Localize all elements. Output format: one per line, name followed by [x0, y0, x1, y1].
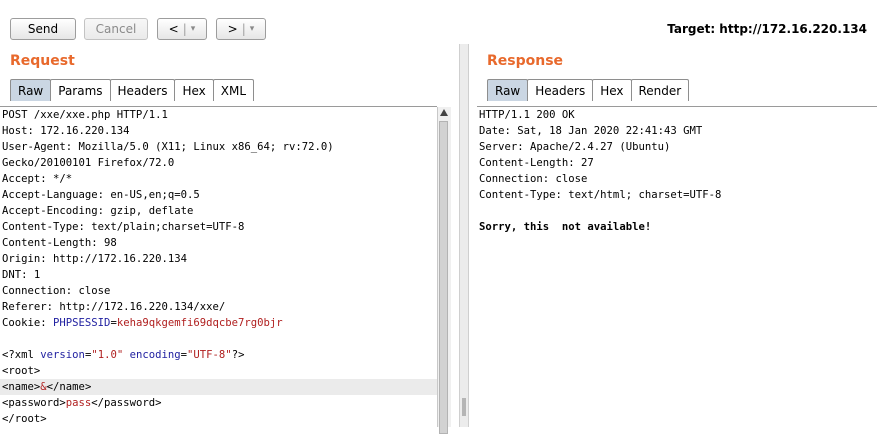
request-line: Content-Type: text/plain;charset=UTF-8 [2, 221, 245, 233]
request-line: DNT: 1 [2, 269, 41, 281]
xml-password-line: <password>pass</password> [0, 395, 437, 411]
response-line: Content-Type: text/html; charset=UTF-8 [479, 189, 722, 201]
request-line: Accept-Encoding: gzip, deflate [2, 205, 194, 217]
xml-root-open-line: <root> [2, 365, 41, 377]
response-line: HTTP/1.1 200 OK [479, 109, 575, 121]
split-divider[interactable] [459, 44, 469, 427]
xml-decl-version-attr: version [40, 349, 85, 361]
response-tabs: Raw Headers Hex Render [487, 79, 690, 101]
back-dropdown-icon: ▾ [190, 24, 196, 34]
scroll-up-arrow-icon[interactable] [440, 109, 448, 116]
request-scrollbar[interactable] [437, 107, 451, 434]
forward-separator: | [241, 22, 246, 36]
target-label: Target: http://172.16.220.134 [667, 22, 867, 36]
request-line: Accept-Language: en-US,en;q=0.5 [2, 189, 200, 201]
send-button[interactable]: Send [10, 18, 76, 40]
request-line: User-Agent: Mozilla/5.0 (X11; Linux x86_… [2, 141, 334, 153]
request-line: Referer: http://172.16.220.134/xxe/ [2, 301, 226, 313]
request-line: Content-Length: 98 [2, 237, 117, 249]
request-title: Request [10, 53, 75, 69]
cookie-name: PHPSESSID [53, 317, 111, 329]
xml-decl-encoding-value: "UTF-8" [187, 349, 232, 361]
xml-decl-open: <?xml [2, 349, 41, 361]
cookie-value: keha9qkgemfi69dqcbe7rg0bjr [116, 317, 283, 329]
request-line: Connection: close [2, 285, 111, 297]
request-cookie-line: Cookie: PHPSESSID=keha9qkgemfi69dqcbe7rg… [0, 315, 437, 331]
response-line: Connection: close [479, 173, 588, 185]
xml-password-value: pass [65, 397, 92, 409]
forward-button[interactable]: > | ▾ [216, 18, 266, 40]
divider-grip-icon[interactable] [462, 398, 466, 416]
xml-password-open: <password> [2, 397, 66, 409]
response-tab-hex[interactable]: Hex [592, 79, 632, 101]
back-arrow-icon: < [168, 22, 179, 36]
request-scrollbar-thumb[interactable] [439, 121, 448, 434]
request-line: Accept: */* [2, 173, 73, 185]
request-tab-raw[interactable]: Raw [10, 79, 52, 101]
request-line: Host: 172.16.220.134 [2, 125, 130, 137]
forward-dropdown-icon: ▾ [249, 24, 255, 34]
back-button[interactable]: < | ▾ [157, 18, 207, 40]
request-blank-line [0, 331, 437, 347]
request-tab-headers[interactable]: Headers [109, 79, 176, 101]
cancel-label: Cancel [95, 22, 137, 36]
response-viewer[interactable]: HTTP/1.1 200 OK Date: Sat, 18 Jan 2020 2… [477, 106, 877, 427]
send-label: Send [27, 22, 59, 36]
xml-decl-version-value: "1.0" [91, 349, 124, 361]
cookie-prefix: Cookie: [2, 317, 54, 329]
forward-arrow-icon: > [227, 22, 238, 36]
request-line: Origin: http://172.16.220.134 [2, 253, 187, 265]
back-separator: | [182, 22, 187, 36]
xml-name-open: <name> [2, 381, 41, 393]
request-editor[interactable]: POST /xxe/xxe.php HTTP/1.1 Host: 172.16.… [0, 106, 437, 427]
xml-password-close: </password> [91, 397, 162, 409]
request-line: POST /xxe/xxe.php HTTP/1.1 [2, 109, 168, 121]
response-tab-render[interactable]: Render [630, 79, 690, 101]
request-line: Gecko/20100101 Firefox/72.0 [2, 157, 175, 169]
xml-declaration-line: <?xml version="1.0" encoding="UTF-8"?> [0, 347, 437, 363]
response-blank-line [477, 203, 877, 219]
response-tab-raw[interactable]: Raw [487, 79, 529, 101]
request-tab-xml[interactable]: XML [212, 79, 255, 101]
xml-root-close-line: </root> [2, 413, 47, 425]
request-tab-params[interactable]: Params [50, 79, 111, 101]
response-line: Server: Apache/2.4.27 (Ubuntu) [479, 141, 671, 153]
response-body: Sorry, this not available! [479, 221, 652, 233]
response-line: Content-Length: 27 [479, 157, 594, 169]
xml-decl-close: ?> [231, 349, 245, 361]
request-tabs: Raw Params Headers Hex XML [10, 79, 255, 101]
response-line: Date: Sat, 18 Jan 2020 22:41:43 GMT [479, 125, 703, 137]
request-tab-hex[interactable]: Hex [174, 79, 214, 101]
xml-decl-encoding-attr: encoding [129, 349, 181, 361]
xml-name-close: </name> [46, 381, 92, 393]
cancel-button[interactable]: Cancel [84, 18, 148, 40]
xml-name-line: <name>&</name> [0, 379, 437, 395]
response-title: Response [487, 53, 564, 69]
response-tab-headers[interactable]: Headers [527, 79, 594, 101]
